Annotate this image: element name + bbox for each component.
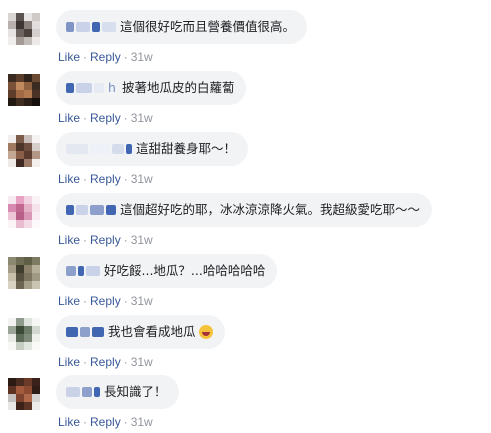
comment-actions: Like · Reply · 31w <box>58 355 153 369</box>
separator: · <box>83 294 88 308</box>
timestamp[interactable]: 31w <box>131 294 153 308</box>
timestamp[interactable]: 31w <box>131 415 153 429</box>
comment-text: 好吃餒...地瓜？...哈哈哈哈哈 <box>104 263 266 278</box>
separator: · <box>123 355 128 369</box>
comment-item: 好吃餒...地瓜？...哈哈哈哈哈 Like · Reply · 31w <box>0 252 491 312</box>
like-link[interactable]: Like <box>58 111 80 125</box>
separator: · <box>83 172 88 186</box>
comment-bubble: 我也會看成地瓜 <box>56 315 225 349</box>
separator: · <box>123 415 128 429</box>
timestamp[interactable]: 31w <box>131 172 153 186</box>
comment-actions: Like · Reply · 31w <box>58 50 153 64</box>
comment-bubble: 好吃餒...地瓜？...哈哈哈哈哈 <box>56 254 278 288</box>
comment-text: 這個很好吃而且營養價值很高。 <box>120 19 296 34</box>
comment-text: 長知識了！ <box>104 384 167 399</box>
comment-actions: Like · Reply · 31w <box>58 294 153 308</box>
comment-bubble: 這甜甜養身耶～！ <box>56 132 249 166</box>
comment-text: 披著地瓜皮的白蘿蔔 <box>121 80 235 95</box>
separator: · <box>83 233 88 247</box>
like-link[interactable]: Like <box>58 172 80 186</box>
like-link[interactable]: Like <box>58 294 80 308</box>
reply-link[interactable]: Reply <box>90 50 121 64</box>
commenter-name[interactable] <box>66 20 116 34</box>
comment-actions: Like · Reply · 31w <box>58 111 153 125</box>
avatar[interactable] <box>8 135 40 167</box>
avatar[interactable] <box>8 196 40 228</box>
reply-link[interactable]: Reply <box>90 111 121 125</box>
comment-bubble: 長知識了！ <box>56 375 179 409</box>
commenter-name[interactable] <box>66 203 116 217</box>
reply-link[interactable]: Reply <box>90 172 121 186</box>
comment-text: 這甜甜養身耶～！ <box>136 141 237 156</box>
comment-item: h 披著地瓜皮的白蘿蔔 Like · Reply · 31w <box>0 69 491 129</box>
avatar[interactable] <box>8 257 40 289</box>
comment-item: 這甜甜養身耶～！ Like · Reply · 31w <box>0 130 491 190</box>
commenter-name[interactable] <box>66 385 100 399</box>
separator: · <box>123 233 128 247</box>
separator: · <box>123 294 128 308</box>
comment-actions: Like · Reply · 31w <box>58 415 153 429</box>
comment-bubble: 這個很好吃而且營養價值很高。 <box>56 10 308 44</box>
separator: · <box>123 111 128 125</box>
comment-item: 我也會看成地瓜 Like · Reply · 31w <box>0 313 491 373</box>
separator: · <box>83 355 88 369</box>
timestamp[interactable]: 31w <box>131 111 153 125</box>
commenter-name[interactable] <box>66 264 100 278</box>
like-link[interactable]: Like <box>58 415 80 429</box>
reply-link[interactable]: Reply <box>90 355 121 369</box>
like-link[interactable]: Like <box>58 50 80 64</box>
timestamp[interactable]: 31w <box>131 50 153 64</box>
reply-link[interactable]: Reply <box>90 294 121 308</box>
avatar[interactable] <box>8 318 40 350</box>
comment-actions: Like · Reply · 31w <box>58 172 153 186</box>
avatar[interactable] <box>8 13 40 45</box>
comment-item: 這個很好吃而且營養價值很高。 Like · Reply · 31w <box>0 8 491 68</box>
commenter-name[interactable] <box>66 81 104 95</box>
timestamp[interactable]: 31w <box>131 355 153 369</box>
comment-item: 這個超好吃的耶，冰冰涼涼降火氣。我超級愛吃耶～～ Like · Reply · 31w <box>0 191 491 251</box>
separator: · <box>83 415 88 429</box>
like-link[interactable]: Like <box>58 233 80 247</box>
reply-link[interactable]: Reply <box>90 233 121 247</box>
name-fragment: h <box>108 80 116 95</box>
comment-item: 長知識了！ Like · Reply · 31w <box>0 373 491 433</box>
separator: · <box>123 172 128 186</box>
commenter-name[interactable] <box>66 142 132 156</box>
avatar[interactable] <box>8 74 40 106</box>
commenter-name[interactable] <box>66 325 104 339</box>
comment-text: 這個超好吃的耶，冰冰涼涼降火氣。我超級愛吃耶～～ <box>120 202 421 217</box>
like-link[interactable]: Like <box>58 355 80 369</box>
avatar[interactable] <box>8 378 40 410</box>
comment-bubble: h 披著地瓜皮的白蘿蔔 <box>56 71 247 105</box>
separator: · <box>83 111 88 125</box>
timestamp[interactable]: 31w <box>131 233 153 247</box>
reply-link[interactable]: Reply <box>90 415 121 429</box>
separator: · <box>83 50 88 64</box>
separator: · <box>123 50 128 64</box>
comment-bubble: 這個超好吃的耶，冰冰涼涼降火氣。我超級愛吃耶～～ <box>56 193 433 227</box>
laughing-emoji-icon <box>198 325 213 339</box>
comment-actions: Like · Reply · 31w <box>58 233 153 247</box>
comment-text: 我也會看成地瓜 <box>108 324 196 339</box>
